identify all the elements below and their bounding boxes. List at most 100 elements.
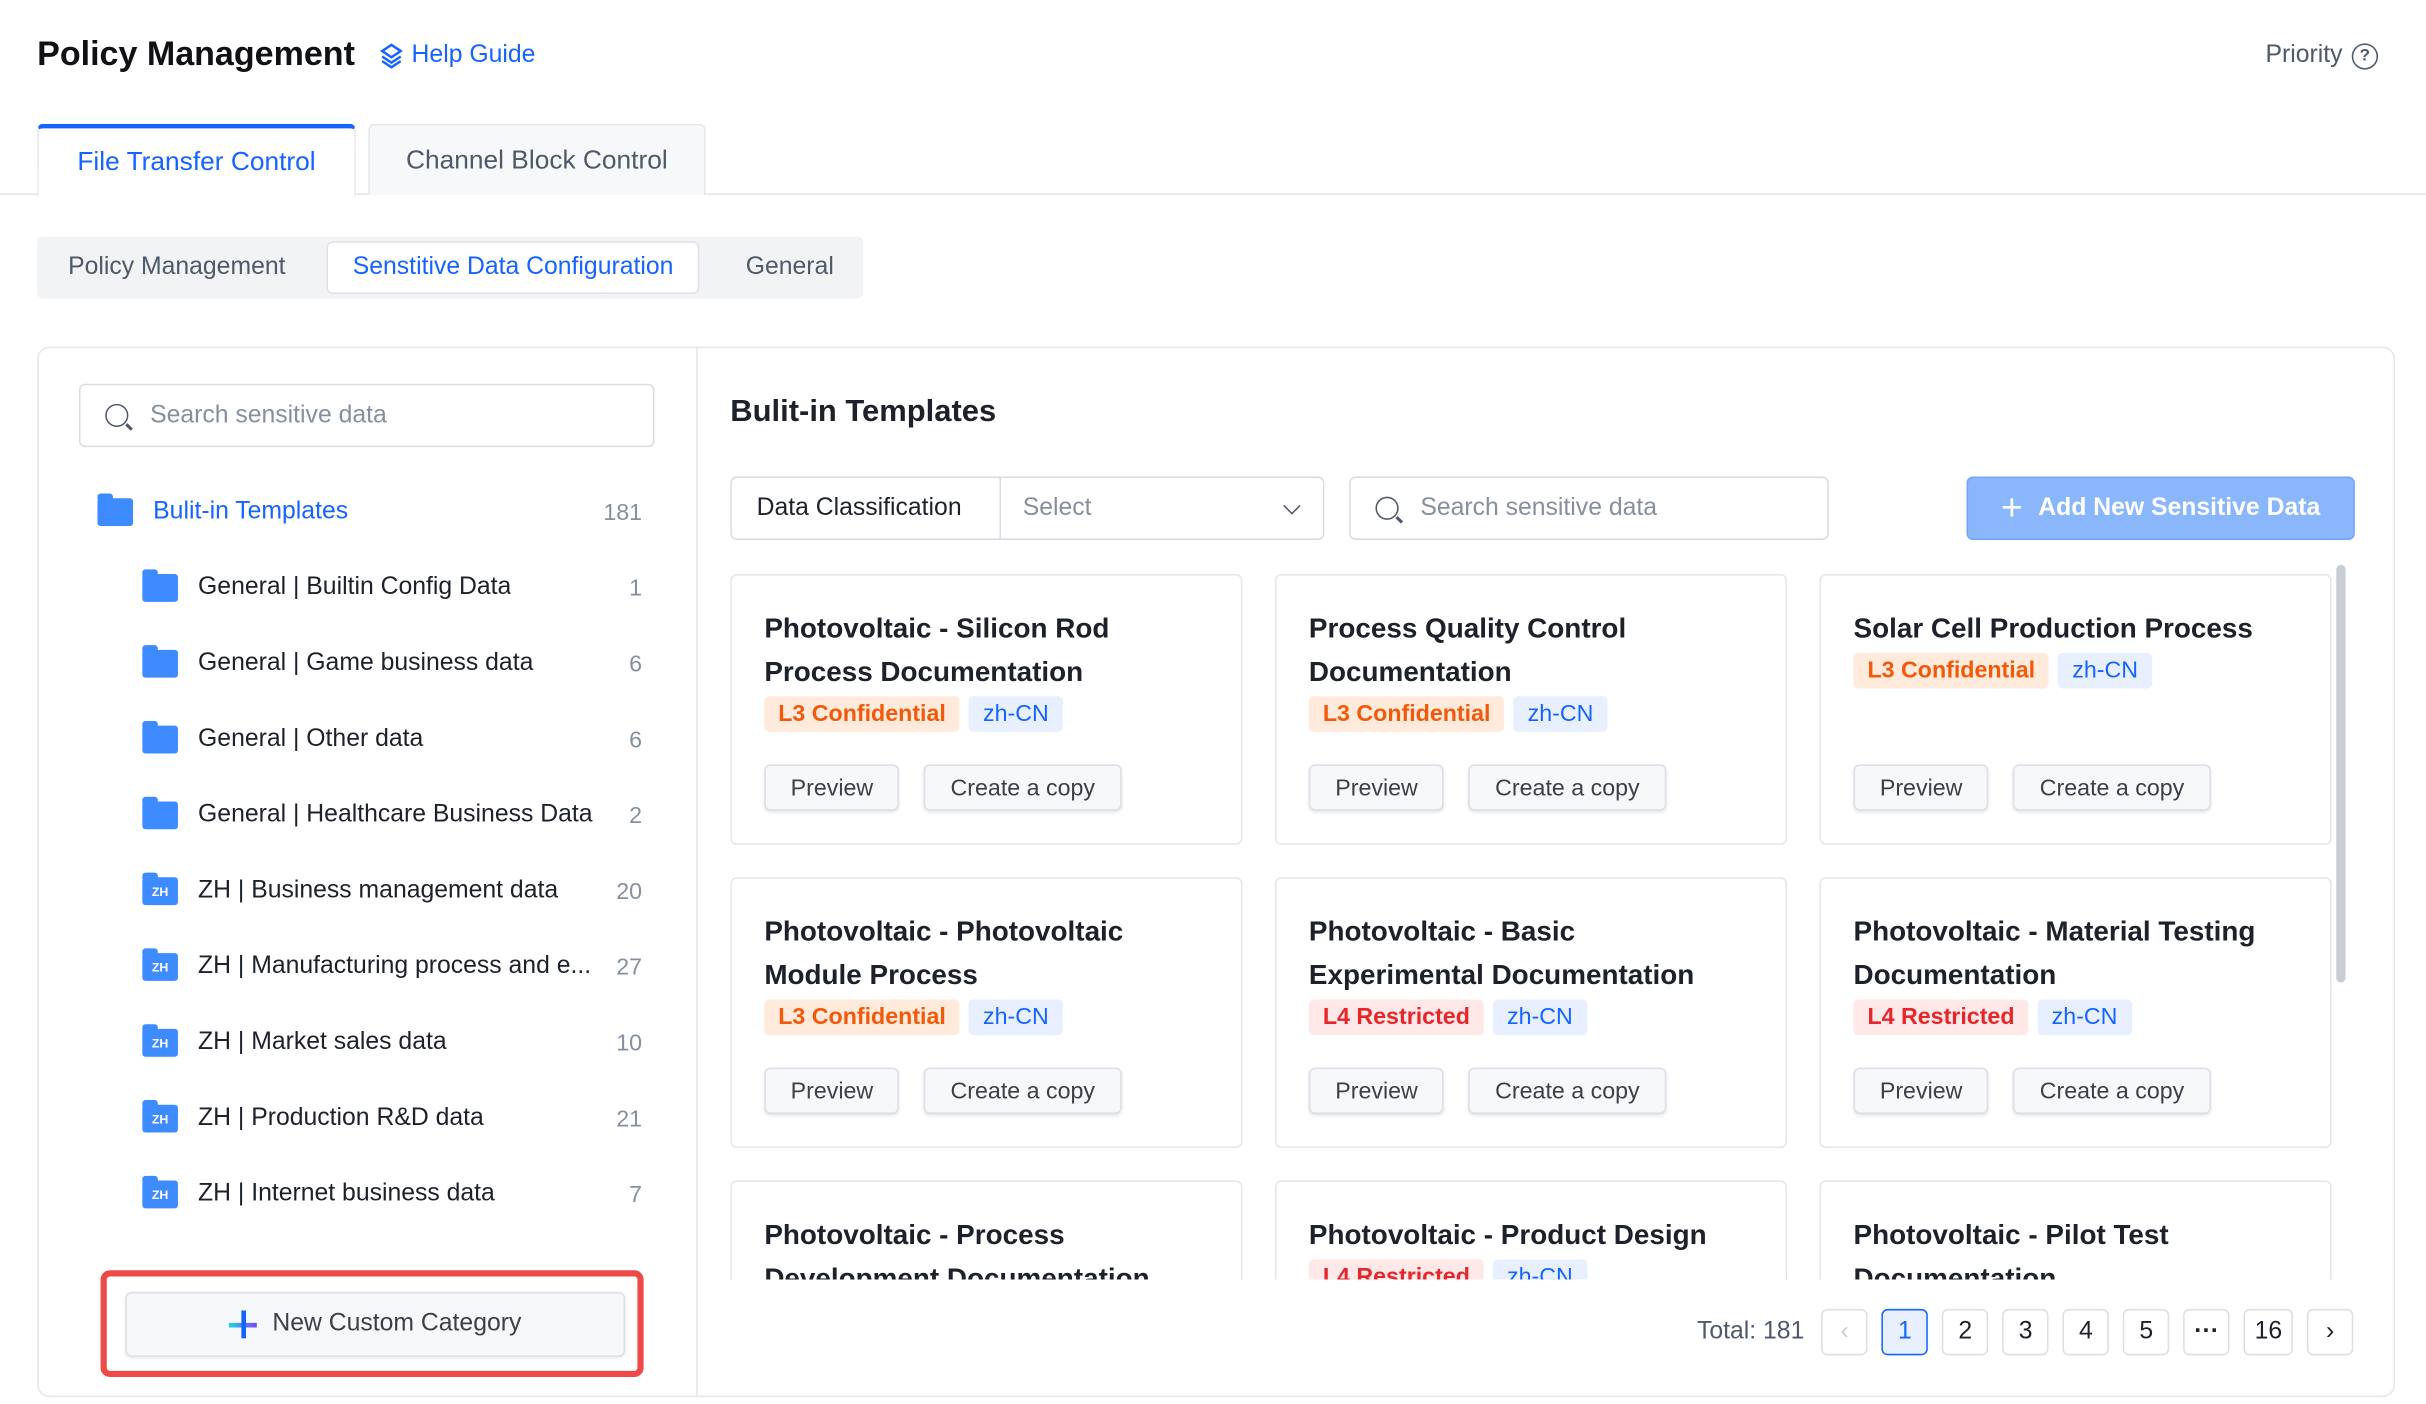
folder-icon — [142, 645, 178, 678]
preview-button[interactable]: Preview — [1853, 764, 1989, 811]
tree-count: 6 — [629, 726, 643, 753]
language-tag: zh-CN — [969, 999, 1063, 1036]
chevron-down-icon — [1283, 496, 1301, 514]
create-copy-button[interactable]: Create a copy — [924, 1067, 1122, 1114]
zh-badge: ZH — [151, 884, 169, 899]
search-placeholder: Search sensitive data — [1420, 494, 1658, 521]
page-4[interactable]: 4 — [2062, 1308, 2110, 1356]
tree-label: General | Game business data — [198, 649, 534, 677]
level-tag: L3 Confidential — [764, 696, 960, 732]
preview-button[interactable]: Preview — [1308, 1067, 1445, 1114]
card-title: Photovoltaic - Process Development Docum… — [764, 1219, 1150, 1280]
data-classification-filter: Data Classification Select — [730, 476, 1325, 540]
card-title: Photovoltaic - Product Design — [1308, 1219, 1707, 1251]
priority-button[interactable]: Priority ? — [2265, 41, 2379, 70]
tree-count: 6 — [629, 650, 643, 677]
preview-button[interactable]: Preview — [764, 1067, 900, 1114]
level-tag: L4 Restricted — [1308, 999, 1484, 1036]
preview-button[interactable]: Preview — [1853, 1067, 1989, 1114]
page-1[interactable]: 1 — [1881, 1308, 1929, 1356]
tree-item[interactable]: General | Other data 6 — [142, 716, 642, 762]
create-copy-button[interactable]: Create a copy — [1468, 764, 1666, 811]
tree-item[interactable]: ZH ZH | Production R&D data 21 — [142, 1095, 642, 1141]
sidebar-search-input[interactable]: Search sensitive data — [78, 383, 655, 448]
tree-item[interactable]: ZH ZH | Internet business data 7 — [142, 1171, 642, 1217]
language-tag: zh-CN — [1493, 1259, 1587, 1280]
prev-page-button[interactable]: ‹ — [1821, 1308, 1868, 1356]
subtab-general[interactable]: General — [721, 241, 859, 294]
language-tag: zh-CN — [1493, 999, 1587, 1036]
subtab-sensitive-data-configuration[interactable]: Senstitive Data Configuration — [326, 241, 700, 294]
create-copy-button[interactable]: Create a copy — [1468, 1067, 1666, 1114]
zh-folder-icon: ZH — [142, 1100, 178, 1133]
pagination: Total: 181 ‹ 1 2 3 4 5 ··· 16 › — [1696, 1308, 2354, 1356]
page-5[interactable]: 5 — [2123, 1308, 2170, 1356]
zh-folder-icon: ZH — [142, 872, 178, 906]
folder-icon — [142, 720, 178, 754]
scrollbar[interactable] — [2336, 564, 2346, 983]
tab-channel-block-control[interactable]: Channel Block Control — [368, 123, 706, 195]
page-3[interactable]: 3 — [2002, 1308, 2049, 1356]
tree-label: ZH | Market sales data — [198, 1028, 447, 1056]
tree-item[interactable]: ZH ZH | Manufacturing process and e... 2… — [142, 944, 642, 990]
tab-file-transfer-control[interactable]: File Transfer Control — [37, 123, 356, 197]
language-tag: zh-CN — [2037, 999, 2132, 1036]
level-tag: L4 Restricted — [1308, 1259, 1484, 1280]
card-title: Photovoltaic - Material Testing Document… — [1853, 915, 2256, 991]
create-copy-button[interactable]: Create a copy — [2013, 764, 2211, 811]
tree-root-builtin-templates[interactable]: Bulit-in Templates 181 — [97, 489, 642, 535]
tree-count: 7 — [629, 1181, 643, 1208]
more-pages-ellipsis[interactable]: ··· — [2183, 1308, 2230, 1356]
template-search-input[interactable]: Search sensitive data — [1349, 476, 1829, 540]
zh-badge: ZH — [151, 1187, 169, 1202]
next-page-button[interactable]: › — [2306, 1308, 2354, 1356]
search-icon — [105, 403, 129, 428]
new-category-label: New Custom Category — [272, 1310, 522, 1337]
zh-badge: ZH — [151, 1111, 169, 1126]
card-title: Photovoltaic - Pilot Test Documentation — [1853, 1219, 2169, 1280]
tree-item[interactable]: General | Healthcare Business Data 2 — [142, 792, 642, 838]
question-icon: ? — [2351, 42, 2379, 69]
classification-select[interactable]: Select — [1001, 478, 1323, 538]
help-guide-label: Help Guide — [411, 41, 536, 69]
help-guide-link[interactable]: Help Guide — [378, 41, 536, 70]
tree-label: ZH | Internet business data — [198, 1180, 495, 1207]
page-title: Policy Management — [37, 34, 355, 73]
subtab-bar: Policy Management Senstitive Data Config… — [37, 236, 864, 299]
template-card: Process Quality Control Documentation L3 … — [1274, 574, 1788, 845]
total-count: Total: 181 — [1696, 1318, 1805, 1345]
page-2[interactable]: 2 — [1942, 1308, 1989, 1356]
template-card: Photovoltaic - Process Development Docum… — [730, 1180, 1243, 1280]
tree-label: General | Builtin Config Data — [198, 574, 512, 601]
tree-label: ZH | Manufacturing process and e... — [198, 953, 592, 980]
tree-item[interactable]: ZH ZH | Business management data 20 — [142, 868, 642, 914]
tree-count: 21 — [616, 1105, 643, 1132]
template-card: Photovoltaic - Material Testing Document… — [1819, 877, 2332, 1149]
tree-item[interactable]: ZH ZH | Market sales data 10 — [142, 1020, 642, 1066]
tree-count: 27 — [616, 953, 643, 981]
language-tag: zh-CN — [2058, 652, 2152, 689]
tree-item[interactable]: General | Game business data 6 — [142, 641, 642, 687]
level-tag: L4 Restricted — [1853, 999, 2029, 1036]
tree-count: 181 — [603, 498, 643, 526]
add-new-sensitive-data-button[interactable]: + Add New Sensitive Data — [1966, 476, 2355, 540]
search-icon — [1375, 496, 1399, 520]
create-copy-button[interactable]: Create a copy — [2013, 1067, 2211, 1114]
new-custom-category-button[interactable]: New Custom Category — [125, 1291, 626, 1357]
create-copy-button[interactable]: Create a copy — [924, 764, 1122, 811]
preview-button[interactable]: Preview — [764, 764, 900, 811]
page-16[interactable]: 16 — [2243, 1308, 2293, 1356]
zh-folder-icon: ZH — [142, 1024, 178, 1057]
add-label: Add New Sensitive Data — [2038, 494, 2321, 521]
tree-label: ZH | Production R&D data — [198, 1104, 484, 1132]
tree-label: General | Healthcare Business Data — [198, 801, 593, 828]
zh-folder-icon: ZH — [142, 948, 178, 981]
tree-label: Bulit-in Templates — [153, 498, 349, 525]
layers-icon — [379, 43, 403, 69]
priority-label: Priority — [2265, 41, 2343, 69]
tree-label: General | Other data — [198, 725, 424, 752]
tree-item[interactable]: General | Builtin Config Data 1 — [142, 565, 642, 611]
subtab-policy-management[interactable]: Policy Management — [43, 241, 310, 294]
preview-button[interactable]: Preview — [1308, 764, 1445, 811]
tree-label: ZH | Business management data — [198, 877, 559, 904]
